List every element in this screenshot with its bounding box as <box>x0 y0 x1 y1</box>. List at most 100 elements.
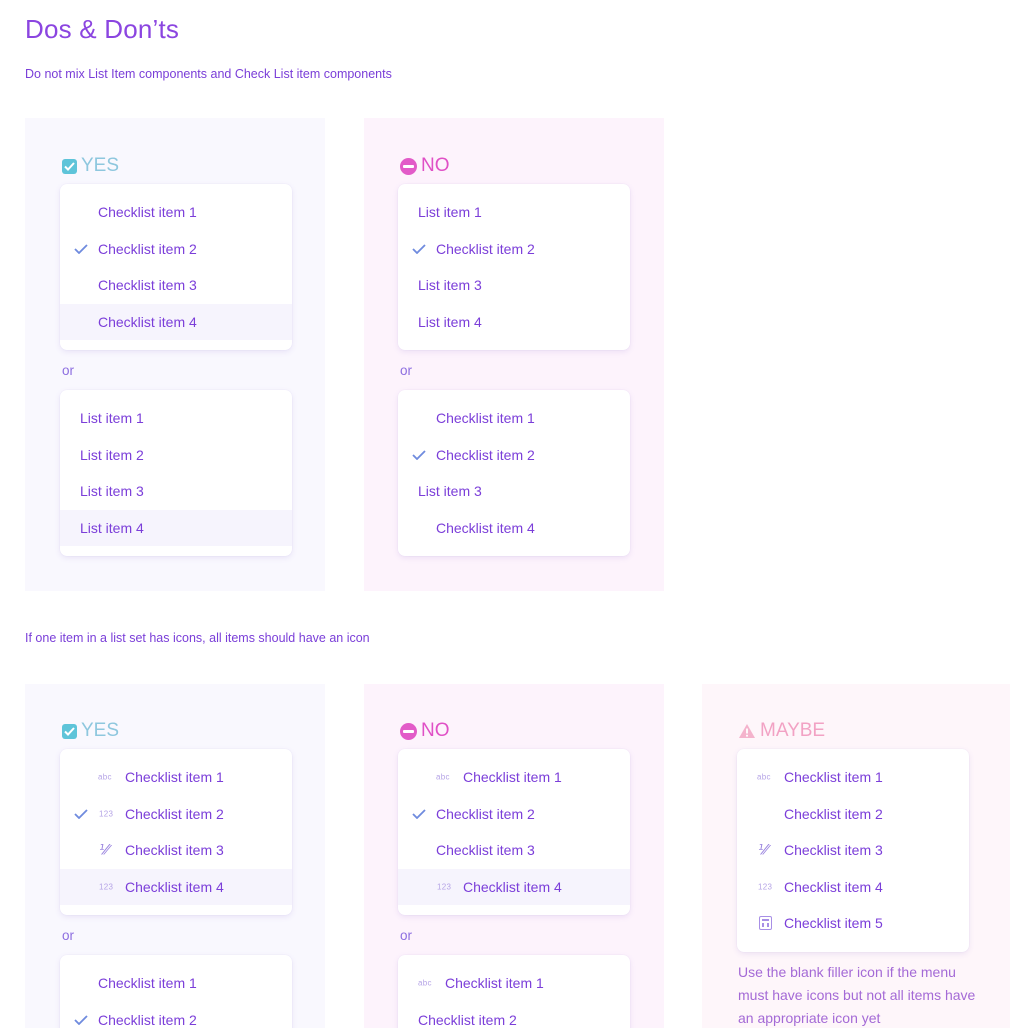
or-label: or <box>400 363 413 378</box>
yes-header-2: YES <box>62 720 119 742</box>
rule-text-1: Do not mix List Item components and Chec… <box>25 67 392 81</box>
warning-icon <box>739 724 755 738</box>
no-label: NO <box>421 720 450 741</box>
checkmark-icon <box>412 450 426 460</box>
abc-icon: abc <box>418 978 432 988</box>
list-item[interactable]: List item 3 <box>398 473 630 510</box>
list-item[interactable]: List item 1 <box>60 400 292 437</box>
rule-text-2: If one item in a list set has icons, all… <box>25 631 370 645</box>
abc-icon: abc <box>436 772 450 782</box>
list-item[interactable]: Checklist item 1 <box>398 400 630 437</box>
no-mixed-card-a: List item 1 Checklist item 2 List item 3… <box>398 184 630 350</box>
yes-list-card: List item 1 List item 2 List item 3 List… <box>60 390 292 556</box>
no-header-2: NO <box>400 720 450 742</box>
123-icon: 123 <box>758 882 773 892</box>
or-label: or <box>62 363 75 378</box>
maybe-note: Use the blank filler icon if the menu mu… <box>738 964 976 1026</box>
maybe-label: MAYBE <box>760 720 826 741</box>
list-item[interactable]: 123 Checklist item 4 <box>60 868 292 905</box>
item-label: Checklist item 1 <box>125 769 224 786</box>
item-label: Checklist item 4 <box>784 878 883 895</box>
123-icon: 123 <box>99 882 114 892</box>
list-item[interactable]: Checklist item 2 <box>398 437 630 474</box>
item-label: Checklist item 1 <box>445 975 544 992</box>
item-label: Checklist item 3 <box>125 842 224 859</box>
list-item[interactable]: Checklist item 3 <box>60 267 292 304</box>
or-label: or <box>400 928 413 943</box>
list-item[interactable]: Checklist item 4 <box>60 303 292 340</box>
list-item[interactable]: Checklist item 2 <box>60 1002 292 1028</box>
list-item[interactable]: List item 1 <box>398 194 630 231</box>
list-item[interactable]: Checklist item 5 <box>737 905 969 942</box>
checkbox-checked-icon <box>62 723 77 739</box>
yes-header-1: YES <box>62 155 119 177</box>
list-item[interactable]: abc Checklist item 1 <box>60 759 292 796</box>
yes-label: YES <box>81 155 120 176</box>
list-item[interactable]: List item 2 <box>60 437 292 474</box>
item-label: Checklist item 2 <box>125 805 224 822</box>
item-label: List item 4 <box>418 313 482 330</box>
item-label: List item 1 <box>418 204 482 221</box>
item-label: Checklist item 4 <box>98 313 197 330</box>
item-label: Checklist item 5 <box>784 915 883 932</box>
yes-icon-checklist-card: abc Checklist item 1 123 Checklist item … <box>60 749 292 915</box>
list-item[interactable]: Checklist item 2 <box>398 1002 630 1028</box>
checkmark-icon <box>74 244 88 254</box>
list-item[interactable]: Checklist item 1 <box>60 965 292 1002</box>
item-label: List item 4 <box>80 519 144 536</box>
list-item[interactable]: abc Checklist item 1 <box>398 965 630 1002</box>
list-item[interactable]: Checklist item 3 <box>398 832 630 869</box>
item-label: Checklist item 4 <box>463 878 562 895</box>
list-item[interactable]: List item 4 <box>60 509 292 546</box>
no-icon-mixed-card-b: abc Checklist item 1 Checklist item 2 <box>398 955 630 1028</box>
list-item[interactable]: Checklist item 1 <box>60 194 292 231</box>
item-label: Checklist item 1 <box>436 410 535 427</box>
maybe-icon-card: abc Checklist item 1 Checklist item 2 ⅟⁄… <box>737 749 969 952</box>
list-item[interactable]: ⅟⁄ Checklist item 3 <box>737 832 969 869</box>
item-label: Checklist item 3 <box>436 842 535 859</box>
checkmark-icon <box>74 1015 88 1025</box>
yes-checklist-card-2: Checklist item 1 Checklist item 2 <box>60 955 292 1028</box>
item-label: Checklist item 1 <box>98 975 197 992</box>
item-label: Checklist item 2 <box>98 1011 197 1028</box>
item-label: List item 1 <box>80 410 144 427</box>
item-label: Checklist item 3 <box>98 277 197 294</box>
item-label: Checklist item 2 <box>436 240 535 257</box>
list-item[interactable]: List item 3 <box>398 267 630 304</box>
list-item[interactable]: List item 4 <box>398 304 630 341</box>
list-item[interactable]: ⅟⁄ Checklist item 3 <box>60 832 292 869</box>
or-label: or <box>62 928 75 943</box>
item-label: Checklist item 3 <box>784 842 883 859</box>
list-item[interactable]: Checklist item 4 <box>398 510 630 547</box>
yes-checklist-card: Checklist item 1 Checklist item 2 Checkl… <box>60 184 292 350</box>
item-label: Checklist item 1 <box>784 769 883 786</box>
maybe-header: MAYBE <box>738 720 825 742</box>
no-label: NO <box>421 155 450 176</box>
item-label: List item 3 <box>418 277 482 294</box>
checkmark-icon <box>412 244 426 254</box>
yes-label: YES <box>81 720 120 741</box>
no-entry-icon <box>400 722 417 740</box>
list-item[interactable]: abc Checklist item 1 <box>398 759 630 796</box>
item-label: List item 3 <box>418 483 482 500</box>
checkmark-icon <box>74 809 88 819</box>
list-item[interactable]: 123 Checklist item 4 <box>737 869 969 906</box>
no-header-1: NO <box>400 155 450 177</box>
item-label: Checklist item 2 <box>418 1011 517 1028</box>
list-item[interactable]: Checklist item 2 <box>60 231 292 268</box>
list-item[interactable]: 123 Checklist item 2 <box>60 796 292 833</box>
item-label: Checklist item 2 <box>784 805 883 822</box>
abc-icon: abc <box>98 772 112 782</box>
list-item[interactable]: Checklist item 2 <box>398 796 630 833</box>
list-item[interactable]: Checklist item 2 <box>737 796 969 833</box>
fraction-icon: ⅟⁄ <box>758 841 769 858</box>
list-item[interactable]: List item 3 <box>60 473 292 510</box>
list-item[interactable]: Checklist item 2 <box>398 231 630 268</box>
fraction-icon: ⅟⁄ <box>99 841 110 858</box>
list-item[interactable]: abc Checklist item 1 <box>737 759 969 796</box>
no-mixed-card-b: Checklist item 1 Checklist item 2 List i… <box>398 390 630 556</box>
abc-icon: abc <box>757 772 771 782</box>
no-entry-icon <box>400 157 417 175</box>
no-icon-mixed-card-a: abc Checklist item 1 Checklist item 2 Ch… <box>398 749 630 915</box>
list-item[interactable]: 123 Checklist item 4 <box>398 868 630 905</box>
